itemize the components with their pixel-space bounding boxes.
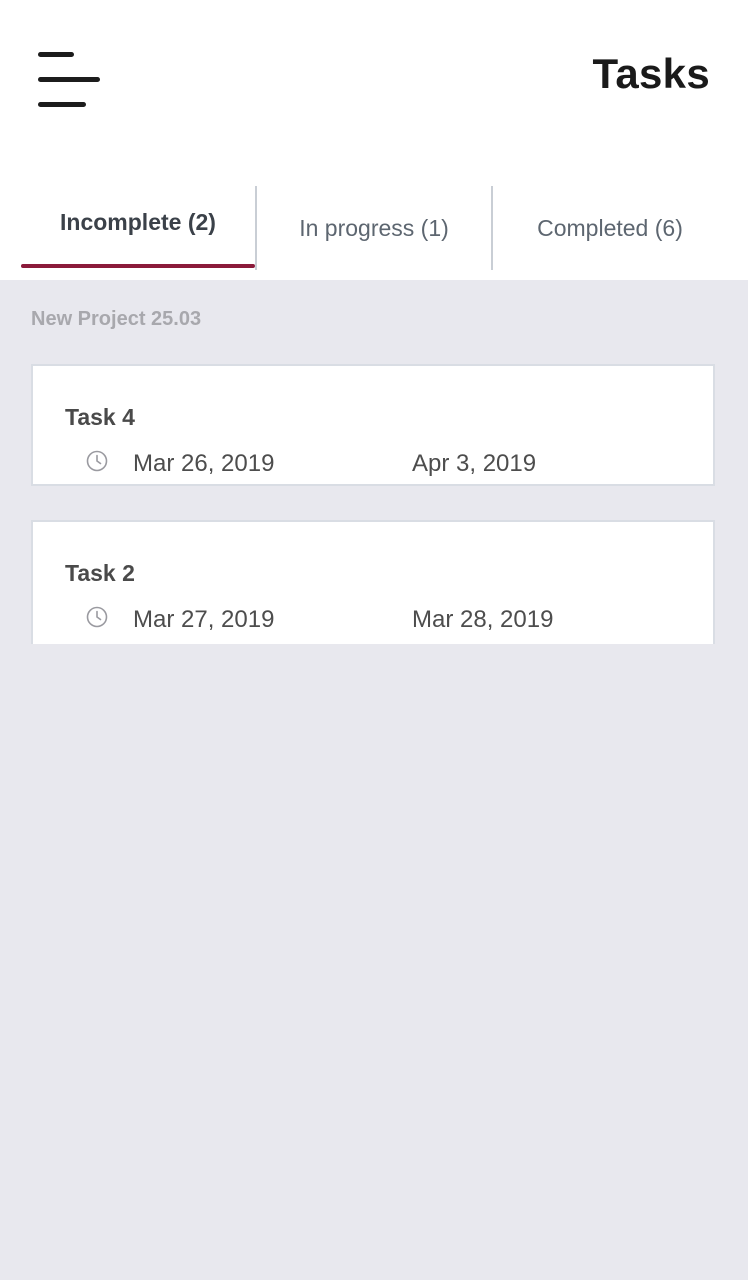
menu-icon-bar (38, 102, 86, 107)
menu-icon-bar (38, 77, 100, 82)
task-title: Task 4 (65, 404, 135, 430)
project-heading: New Project 25.03 (31, 308, 202, 330)
tab-incomplete[interactable]: Incomplete (2) (21, 180, 255, 264)
menu-icon-bar (38, 52, 74, 57)
tab-bar: Incomplete (2) In progress (1) Completed… (0, 186, 748, 280)
task-start-date: Mar 27, 2019 (133, 606, 275, 633)
menu-icon[interactable] (38, 52, 100, 110)
active-tab-indicator (21, 264, 255, 268)
task-title: Task 2 (65, 560, 135, 586)
task-start-date: Mar 26, 2019 (133, 450, 275, 477)
tab-in-progress[interactable]: In progress (1) (257, 186, 491, 270)
task-end-date: Apr 3, 2019 (412, 450, 537, 477)
clock-icon (86, 606, 108, 628)
task-card[interactable]: Task 2 Mar 27, 2019 Mar 28, 2019 (31, 520, 715, 644)
clock-icon (86, 450, 108, 472)
page-title: Tasks (592, 50, 710, 97)
tab-completed[interactable]: Completed (6) (493, 186, 727, 270)
app-header: Tasks (0, 0, 748, 186)
task-card[interactable]: Task 4 Mar 26, 2019 Apr 3, 2019 (31, 364, 715, 486)
task-end-date: Mar 28, 2019 (412, 606, 554, 633)
